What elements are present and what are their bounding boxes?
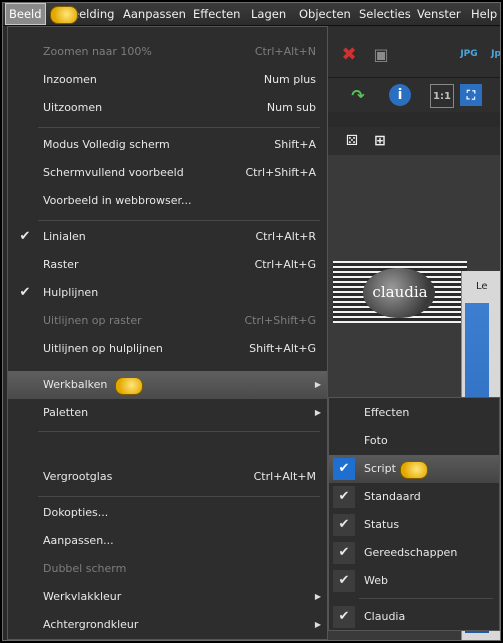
save-icon[interactable]: ▣ bbox=[370, 43, 392, 65]
menu-item-full-screen-preview[interactable]: Schermvullend voorbeeld Ctrl+Shift+A bbox=[8, 159, 327, 187]
check-icon: ✔ bbox=[333, 570, 355, 592]
check-icon: ✔ bbox=[19, 285, 31, 300]
image-tab-label[interactable]: Le bbox=[476, 281, 488, 292]
menu-lagen[interactable]: Lagen bbox=[251, 3, 286, 25]
menu-item-magnifier[interactable]: Vergrootglas Ctrl+Alt+M bbox=[8, 463, 327, 491]
jpeg-icon[interactable]: JPG bbox=[458, 43, 480, 65]
check-icon: ✔ bbox=[333, 486, 355, 508]
menu-venster[interactable]: Venster bbox=[417, 3, 461, 25]
menu-effecten[interactable]: Effecten bbox=[193, 3, 240, 25]
menu-item-toolbars[interactable]: Werkbalken ▶ bbox=[8, 371, 327, 399]
menu-item-browser-preview[interactable]: Voorbeeld in webbrowser... bbox=[8, 187, 327, 215]
menu-separator bbox=[359, 598, 493, 599]
submenu-item-standard[interactable]: ✔ Standaard bbox=[329, 483, 499, 511]
web-icon[interactable]: Jp bbox=[485, 43, 500, 65]
menu-help[interactable]: Help bbox=[471, 3, 497, 25]
submenu-item-claudia[interactable]: ✔ Claudia bbox=[329, 603, 499, 631]
menu-separator bbox=[38, 431, 320, 432]
menu-item-grid[interactable]: Raster Ctrl+Alt+G bbox=[8, 251, 327, 279]
check-icon: ✔ bbox=[333, 606, 355, 628]
delete-icon[interactable]: ✖ bbox=[338, 43, 360, 65]
menu-item-rulers[interactable]: ✔ Linialen Ctrl+Alt+R bbox=[8, 223, 327, 251]
logo-text: claudia bbox=[372, 283, 428, 301]
menu-objecten[interactable]: Objecten bbox=[299, 3, 351, 25]
submenu-item-photo[interactable]: Foto bbox=[329, 427, 499, 455]
toolbars-submenu: Effecten Foto ✔ Script ✔ Standaard ✔ Status… bbox=[328, 397, 500, 631]
submenu-arrow-icon: ▶ bbox=[314, 592, 321, 601]
pointer-hand-icon bbox=[50, 6, 78, 24]
submenu-arrow-icon: ▶ bbox=[314, 408, 321, 417]
menu-aanpassen[interactable]: Aanpassen bbox=[123, 3, 186, 25]
menu-item-zoom-out[interactable]: Uitzoomen Num sub bbox=[8, 94, 327, 122]
info-icon[interactable]: i bbox=[389, 84, 411, 106]
menu-item-customize[interactable]: Aanpassen... bbox=[8, 527, 327, 555]
redo-icon[interactable]: ↷ bbox=[347, 84, 369, 106]
standard-toolbar: ✖ ▣ JPG Jp bbox=[325, 27, 500, 77]
script-toolbar: ↷ i 1:1 ⛶ bbox=[325, 77, 500, 112]
menu-separator bbox=[38, 127, 320, 128]
menu-item-dual-screen: Dubbel scherm bbox=[43, 562, 127, 575]
grid-icon[interactable]: ⊞ bbox=[369, 130, 391, 152]
check-icon: ✔ bbox=[333, 542, 355, 564]
menu-beeld[interactable]: Beeld bbox=[5, 3, 46, 25]
menu-separator bbox=[38, 496, 320, 497]
menu-item-guides[interactable]: ✔ Hulplijnen bbox=[8, 279, 327, 307]
submenu-item-status[interactable]: ✔ Status bbox=[329, 511, 499, 539]
submenu-item-web[interactable]: ✔ Web bbox=[329, 567, 499, 595]
pointer-hand-icon bbox=[400, 461, 428, 479]
menu-item-snap-grid: Uitlijnen op raster Ctrl+Shift+G bbox=[43, 314, 316, 327]
menu-item-background-color[interactable]: Achtergrondkleur ▶ bbox=[8, 611, 327, 639]
dice-icon[interactable]: ⚄ bbox=[341, 130, 363, 152]
check-icon: ✔ bbox=[19, 229, 31, 244]
pointer-hand-icon bbox=[115, 377, 143, 395]
menu-separator bbox=[38, 220, 320, 221]
menu-item-dock-options[interactable]: Dokopties... bbox=[8, 499, 327, 527]
view-menu-dropdown: Zoomen naar 100% Ctrl+Alt+N Inzoomen Num p… bbox=[7, 26, 328, 640]
submenu-item-effects[interactable]: Effecten bbox=[329, 399, 499, 427]
menu-item-snap-guides[interactable]: Uitlijnen op hulplijnen Shift+Alt+G bbox=[8, 335, 327, 363]
menu-item-zoom-100: Zoomen naar 100% Ctrl+Alt+N bbox=[43, 45, 316, 58]
menu-item-full-screen[interactable]: Modus Volledig scherm Shift+A bbox=[8, 131, 327, 159]
menu-item-workspace-color[interactable]: Werkvlakkleur ▶ bbox=[8, 583, 327, 611]
menu-item-palettes[interactable]: Paletten ▶ bbox=[8, 399, 327, 427]
menu-selecties[interactable]: Selecties bbox=[359, 3, 411, 25]
menu-bewerken[interactable]: eelding bbox=[72, 3, 114, 25]
actual-size-icon[interactable]: 1:1 bbox=[430, 84, 454, 108]
submenu-arrow-icon: ▶ bbox=[314, 620, 321, 629]
check-icon: ✔ bbox=[333, 514, 355, 536]
fit-window-icon[interactable]: ⛶ bbox=[460, 84, 482, 106]
submenu-item-tools[interactable]: ✔ Gereedschappen bbox=[329, 539, 499, 567]
menu-item-zoom-in[interactable]: Inzoomen Num plus bbox=[8, 66, 327, 94]
check-icon: ✔ bbox=[333, 458, 355, 480]
submenu-arrow-icon: ▶ bbox=[314, 380, 321, 389]
tools-toolbar: ⚄ ⊞ bbox=[325, 127, 500, 155]
app-window: ✖ ▣ JPG Jp ↷ i 1:1 ⛶ ⚄ ⊞ claudia Le Beel… bbox=[2, 2, 501, 641]
